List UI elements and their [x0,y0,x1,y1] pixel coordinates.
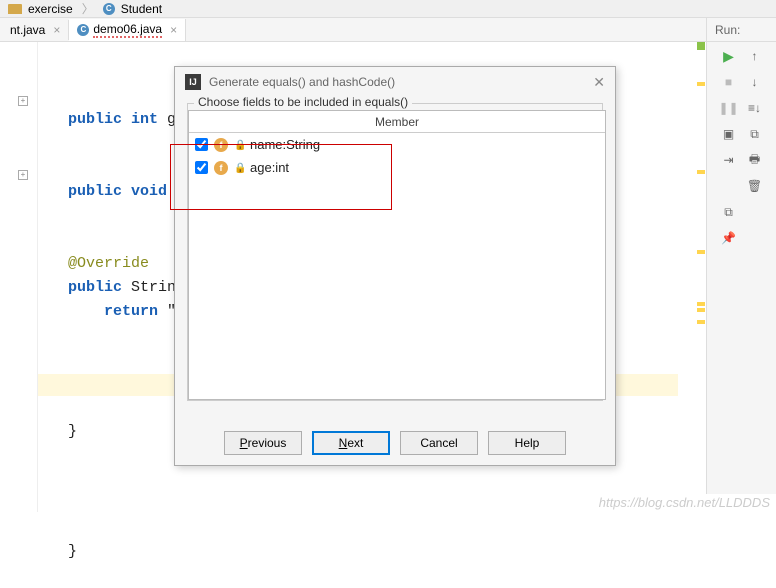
warning-marker[interactable] [697,82,705,86]
run-toolbar: ▶ ↑ ■ ↓ ❚❚ ≡↓ ▣ ⧉ ⇥ 🖶 🗑 ⧉ 📌 [707,42,776,246]
filter-icon[interactable]: ≡↓ [747,100,763,116]
fold-icon[interactable]: + [18,96,28,106]
run-header: Run: [707,18,776,42]
warning-marker[interactable] [697,170,705,174]
error-stripe [694,42,706,492]
exit-icon[interactable]: ⇥ [721,152,737,168]
breadcrumb-bar: exercise 〉 C Student [0,0,776,18]
breadcrumb-folder[interactable]: exercise [28,2,73,16]
field-row-age[interactable]: f 🔒 age:int [189,156,605,179]
warning-marker[interactable] [697,302,705,306]
stop-disabled-icon[interactable]: ■ [721,74,737,90]
field-row-name[interactable]: f 🔒 name:String [189,133,605,156]
lock-icon: 🔒 [234,140,244,150]
field-table: Member f 🔒 name:String f 🔒 age:int [188,110,606,400]
breadcrumb-separator: 〉 [82,0,94,17]
status-marker-ok[interactable] [697,42,705,50]
field-badge-icon: f [214,138,228,152]
field-checkbox[interactable] [195,138,208,151]
warning-marker[interactable] [697,320,705,324]
close-icon[interactable]: ✕ [593,74,605,91]
keyword: public int [68,111,158,128]
tab-demo06-java[interactable]: C demo06.java × [69,19,186,41]
pin-icon[interactable]: 📌 [721,230,737,246]
cancel-button[interactable]: Cancel [400,431,478,455]
watermark: https://blog.csdn.net/LLDDDS [599,495,770,510]
keyword: return [104,303,158,320]
dialog-titlebar[interactable]: IJ Generate equals() and hashCode() ✕ [175,67,615,97]
help-button[interactable]: Help [488,431,566,455]
code-editor[interactable]: public int g public void @Override publi… [38,42,176,512]
lock-icon: 🔒 [234,163,244,173]
tab-label: nt.java [10,23,45,37]
field-label: age:int [250,160,289,175]
close-icon[interactable]: × [170,23,177,37]
fieldset-label: Choose fields to be included in equals() [194,95,412,109]
editor-tabs: nt.java × C demo06.java × [0,18,776,42]
tab-label: demo06.java [93,22,162,38]
column-header-member[interactable]: Member [189,111,605,133]
folder-icon [8,4,22,14]
fold-icon[interactable]: + [18,170,28,180]
gutter: + + [0,42,38,512]
field-label: name:String [250,137,320,152]
field-badge-icon: f [214,161,228,175]
warning-marker[interactable] [697,250,705,254]
previous-button[interactable]: Previous [224,431,302,455]
dialog-footer: Previous Next Cancel Help [175,431,615,455]
annotation: @Override [68,255,149,272]
tab-nt-java[interactable]: nt.java × [2,20,69,40]
intellij-icon: IJ [185,74,201,90]
settings-icon[interactable]: ⧉ [721,204,737,220]
warning-marker[interactable] [697,308,705,312]
dialog-body: Choose fields to be included in equals()… [175,97,615,407]
run-tool-window: Run: ▶ ↑ ■ ↓ ❚❚ ≡↓ ▣ ⧉ ⇥ 🖶 🗑 ⧉ [706,18,776,494]
field-checkbox[interactable] [195,161,208,174]
trash-icon[interactable]: 🗑 [747,178,763,194]
down-icon[interactable]: ↓ [747,74,763,90]
up-icon[interactable]: ↑ [747,48,763,64]
class-icon: C [103,3,115,15]
run-icon[interactable]: ▶ [721,48,737,64]
camera-icon[interactable]: ▣ [721,126,737,142]
pause-icon[interactable]: ❚❚ [721,100,737,116]
close-icon[interactable]: × [53,23,60,37]
dialog-title-text: Generate equals() and hashCode() [209,75,395,89]
keyword: public void [68,183,167,200]
print-icon[interactable]: 🖶 [747,152,763,168]
layout-icon[interactable]: ⧉ [747,126,763,142]
run-title: Run: [715,23,740,37]
next-button[interactable]: Next [312,431,390,455]
keyword: public [68,279,122,296]
fields-fieldset: Choose fields to be included in equals()… [187,103,603,401]
generate-equals-hashcode-dialog: IJ Generate equals() and hashCode() ✕ Ch… [174,66,616,466]
breadcrumb-class[interactable]: Student [121,2,162,16]
class-icon: C [77,24,89,36]
